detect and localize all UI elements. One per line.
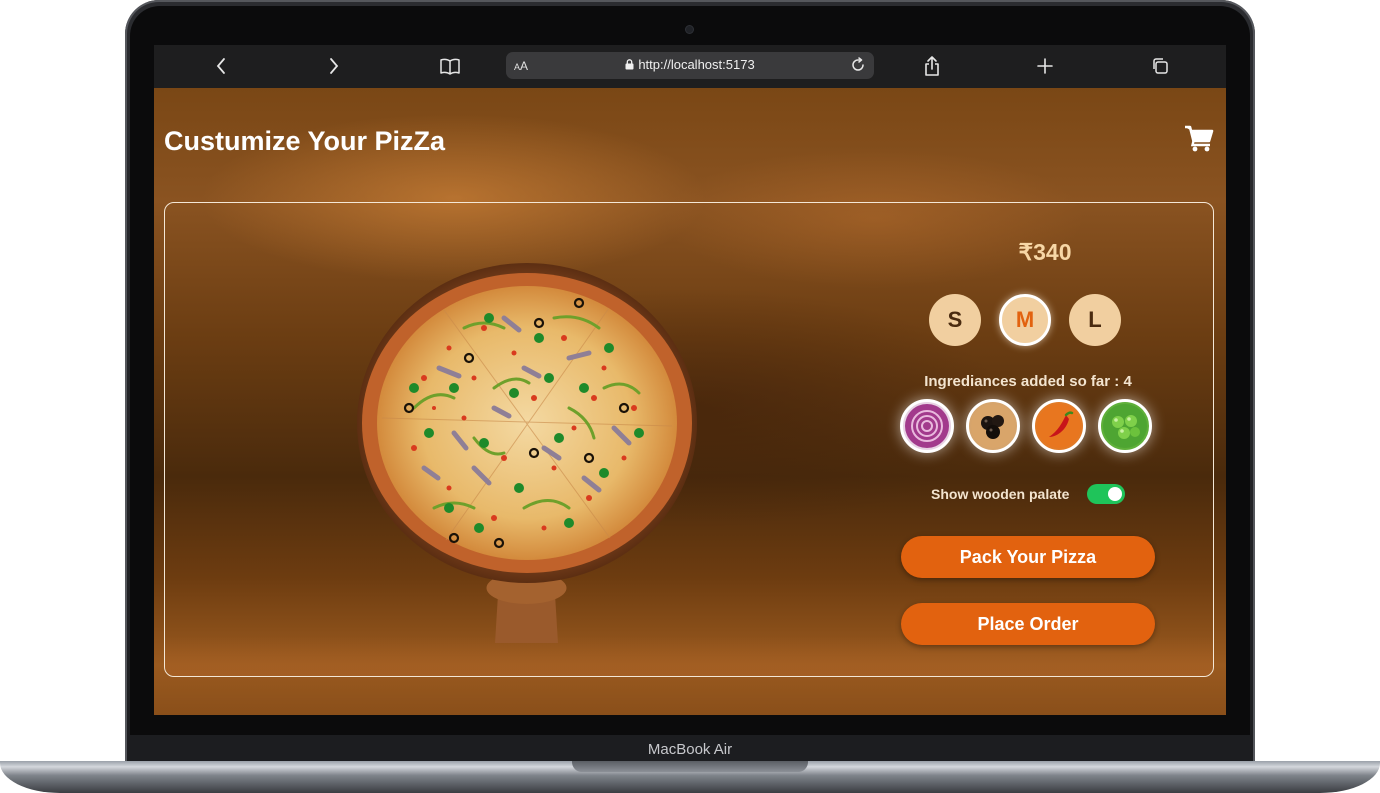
- new-tab-button[interactable]: [1031, 53, 1059, 79]
- onion-icon: [905, 404, 949, 448]
- forward-button[interactable]: [320, 53, 348, 79]
- shopping-cart-icon: [1185, 125, 1214, 152]
- lock-icon: [625, 59, 634, 70]
- screen: AA http://localhost:5173 Custumize Your …: [154, 45, 1226, 715]
- web-page: Custumize Your PizZa ₹340 S M L Ingredia…: [154, 88, 1226, 715]
- back-button[interactable]: [207, 53, 235, 79]
- address-bar[interactable]: AA http://localhost:5173: [506, 52, 874, 79]
- laptop-notch: [572, 761, 808, 772]
- tabs-icon: [1153, 58, 1168, 74]
- cart-button[interactable]: [1184, 124, 1214, 156]
- reload-button[interactable]: [850, 57, 866, 78]
- onion-toggle[interactable]: [900, 399, 954, 453]
- pack-pizza-button[interactable]: Pack Your Pizza: [901, 536, 1155, 578]
- share-button[interactable]: [918, 53, 946, 79]
- reload-icon: [852, 57, 864, 71]
- chili-pepper-icon: [1037, 404, 1081, 448]
- size-l-button[interactable]: L: [1069, 294, 1121, 346]
- book-icon: [440, 58, 460, 75]
- camera-icon: [686, 26, 693, 33]
- device-label: MacBook Air: [130, 735, 1250, 763]
- customizer-panel: ₹340 S M L Ingrediances added so far : 4: [164, 202, 1214, 677]
- plus-icon: [1037, 58, 1053, 74]
- pizza-preview: [354, 258, 700, 648]
- size-selector: S M L: [929, 294, 1129, 350]
- browser-toolbar: AA http://localhost:5173: [154, 45, 1226, 88]
- olives-icon: [971, 404, 1015, 448]
- page-title: Custumize Your PizZa: [164, 126, 446, 156]
- chevron-right-icon: [330, 58, 339, 74]
- size-m-button[interactable]: M: [999, 294, 1051, 346]
- wooden-palate-label: Show wooden palate: [931, 486, 1070, 502]
- chili-toggle[interactable]: [1032, 399, 1086, 453]
- ingredients-count-label: Ingrediances added so far : 4: [924, 373, 1132, 390]
- pizza-image: [357, 263, 697, 643]
- size-s-button[interactable]: S: [929, 294, 981, 346]
- olives-toggle[interactable]: [966, 399, 1020, 453]
- bookmarks-button[interactable]: [436, 53, 464, 79]
- toggle-knob: [1108, 487, 1122, 501]
- wooden-palate-toggle[interactable]: [1087, 484, 1125, 504]
- share-icon: [925, 56, 939, 76]
- chevron-left-icon: [216, 58, 225, 74]
- green-peas-icon: [1103, 404, 1147, 448]
- place-order-button[interactable]: Place Order: [901, 603, 1155, 645]
- tabs-overview-button[interactable]: [1146, 53, 1174, 79]
- url-text: http://localhost:5173: [506, 57, 874, 72]
- peas-toggle[interactable]: [1098, 399, 1152, 453]
- price-label: ₹340: [1018, 239, 1072, 265]
- url-value: http://localhost:5173: [638, 57, 755, 72]
